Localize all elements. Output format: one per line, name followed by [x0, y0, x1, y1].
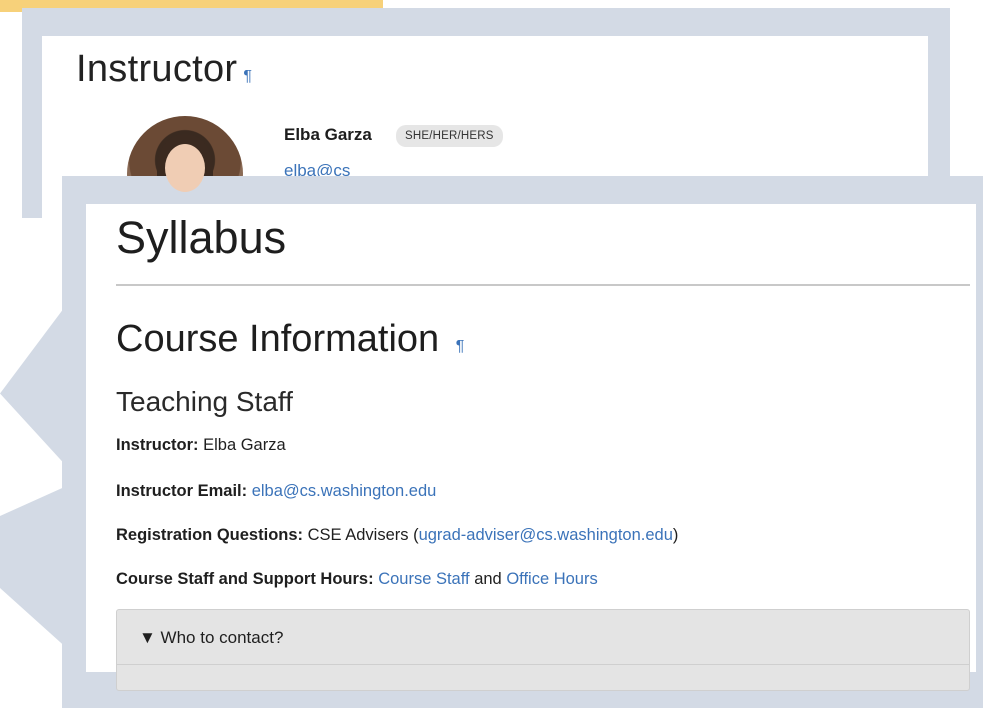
- instructor-value: Elba Garza: [203, 436, 286, 454]
- details-divider: [117, 664, 969, 665]
- staff-and: and: [474, 570, 502, 588]
- instructor-email-link[interactable]: elba@cs.washington.edu: [252, 482, 437, 500]
- page-title: Syllabus: [116, 212, 287, 263]
- divider: [116, 284, 970, 286]
- pilcrow-anchor-icon[interactable]: ¶: [243, 68, 252, 85]
- syllabus-card: Syllabus Course Information ¶ Teaching S…: [62, 176, 983, 708]
- registration-text: CSE Advisers (: [307, 526, 419, 544]
- registration-label: Registration Questions:: [116, 526, 304, 544]
- instructor-line: Instructor: Elba Garza: [116, 436, 286, 455]
- syllabus-card-body: Syllabus Course Information ¶ Teaching S…: [86, 204, 976, 691]
- adviser-email-link[interactable]: ugrad-adviser@cs.washington.edu: [419, 526, 673, 544]
- instructor-heading-text: Instructor: [76, 48, 238, 90]
- instructor-heading: Instructor ¶: [76, 48, 252, 91]
- pilcrow-anchor-icon[interactable]: ¶: [456, 338, 465, 355]
- pronoun-badge: SHE/HER/HERS: [396, 125, 503, 147]
- instructor-email-line: Instructor Email: elba@cs.washington.edu: [116, 482, 436, 501]
- section-title-text: Course Information: [116, 318, 440, 360]
- instructor-label: Instructor:: [116, 436, 199, 454]
- instructor-name: Elba Garza: [284, 125, 372, 144]
- office-hours-link[interactable]: Office Hours: [506, 570, 597, 588]
- who-to-contact-details[interactable]: ▼ Who to contact?: [116, 609, 970, 691]
- registration-line: Registration Questions: CSE Advisers (ug…: [116, 526, 678, 545]
- staff-line: Course Staff and Support Hours: Course S…: [116, 570, 598, 589]
- course-staff-link[interactable]: Course Staff: [378, 570, 469, 588]
- section-title: Course Information ¶: [116, 318, 464, 361]
- callout-pointer-upper: [0, 300, 70, 470]
- staff-label: Course Staff and Support Hours:: [116, 570, 374, 588]
- registration-close: ): [672, 526, 679, 544]
- subsection-title: Teaching Staff: [116, 386, 293, 417]
- instructor-email-label: Instructor Email:: [116, 482, 248, 500]
- who-to-contact-summary[interactable]: ▼ Who to contact?: [139, 628, 283, 648]
